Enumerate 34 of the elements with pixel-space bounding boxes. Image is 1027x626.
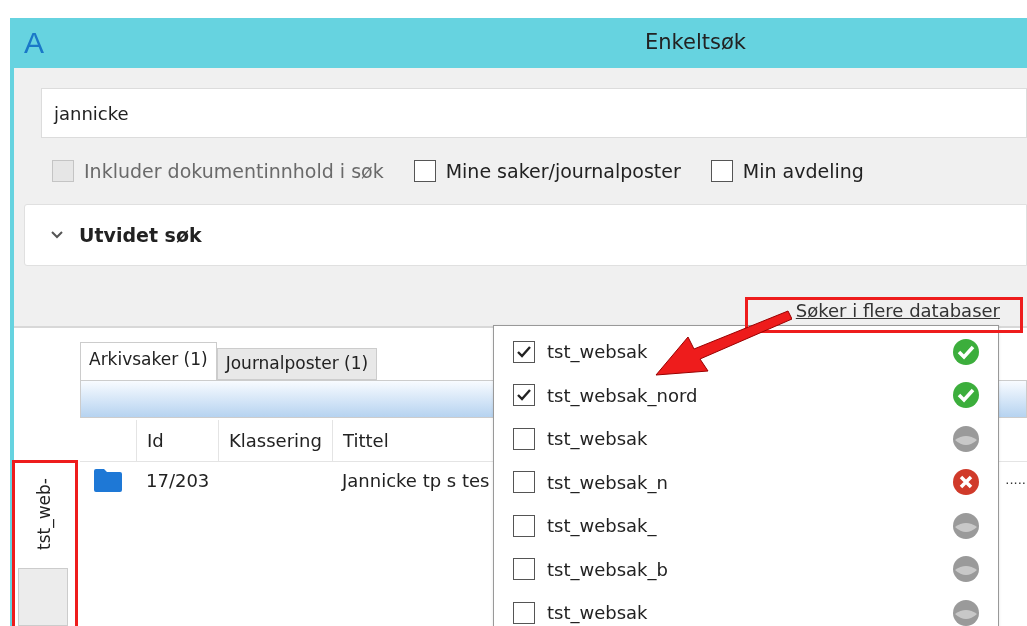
option-label: Min avdeling — [742, 158, 864, 184]
checkbox[interactable] — [513, 340, 535, 363]
checkbox[interactable] — [710, 160, 733, 182]
table-cell-text: 17/203 — [145, 468, 211, 493]
checkbox[interactable] — [413, 160, 436, 182]
checkbox[interactable] — [513, 384, 535, 407]
option-label: Inkluder dokumentinnhold i søk — [84, 158, 384, 184]
checkbox[interactable] — [513, 601, 535, 624]
database-item[interactable]: tst_websak — [494, 330, 998, 374]
database-item[interactable]: tst_websak_nord — [494, 373, 998, 417]
expander-header[interactable]: Utvidet søk — [24, 204, 1027, 266]
table-cell-text: Jannicke tp s tes — [342, 468, 490, 493]
search-field[interactable]: jannicke — [41, 88, 1027, 138]
results-tab[interactable]: Journalposter (1) — [216, 348, 378, 380]
option-label: Mine saker/journalposter — [445, 158, 681, 184]
check-icon — [516, 344, 532, 359]
results-tab[interactable]: Arkivsaker (1) — [80, 342, 217, 380]
folder-icon — [94, 468, 122, 492]
database-item[interactable]: tst_websak_ — [494, 504, 998, 548]
checkbox[interactable] — [513, 558, 535, 581]
database-item[interactable]: tst_websak_n — [494, 460, 998, 504]
column-header[interactable]: Klassering — [218, 420, 332, 461]
check-icon — [516, 388, 532, 403]
table-cell-text: ..... — [1005, 471, 1026, 490]
checkbox[interactable] — [513, 427, 535, 450]
app-logo: A — [24, 28, 44, 58]
chevron-icon — [51, 231, 63, 239]
checkbox[interactable] — [513, 514, 535, 537]
database-item[interactable]: tst_websak — [494, 417, 998, 461]
checkbox[interactable] — [513, 471, 535, 494]
column-header[interactable]: Id — [136, 420, 218, 461]
window-title: Enkeltsøk — [645, 29, 746, 57]
database-item[interactable]: tst_websak_b — [494, 547, 998, 591]
database-item[interactable]: tst_websak — [494, 591, 998, 626]
